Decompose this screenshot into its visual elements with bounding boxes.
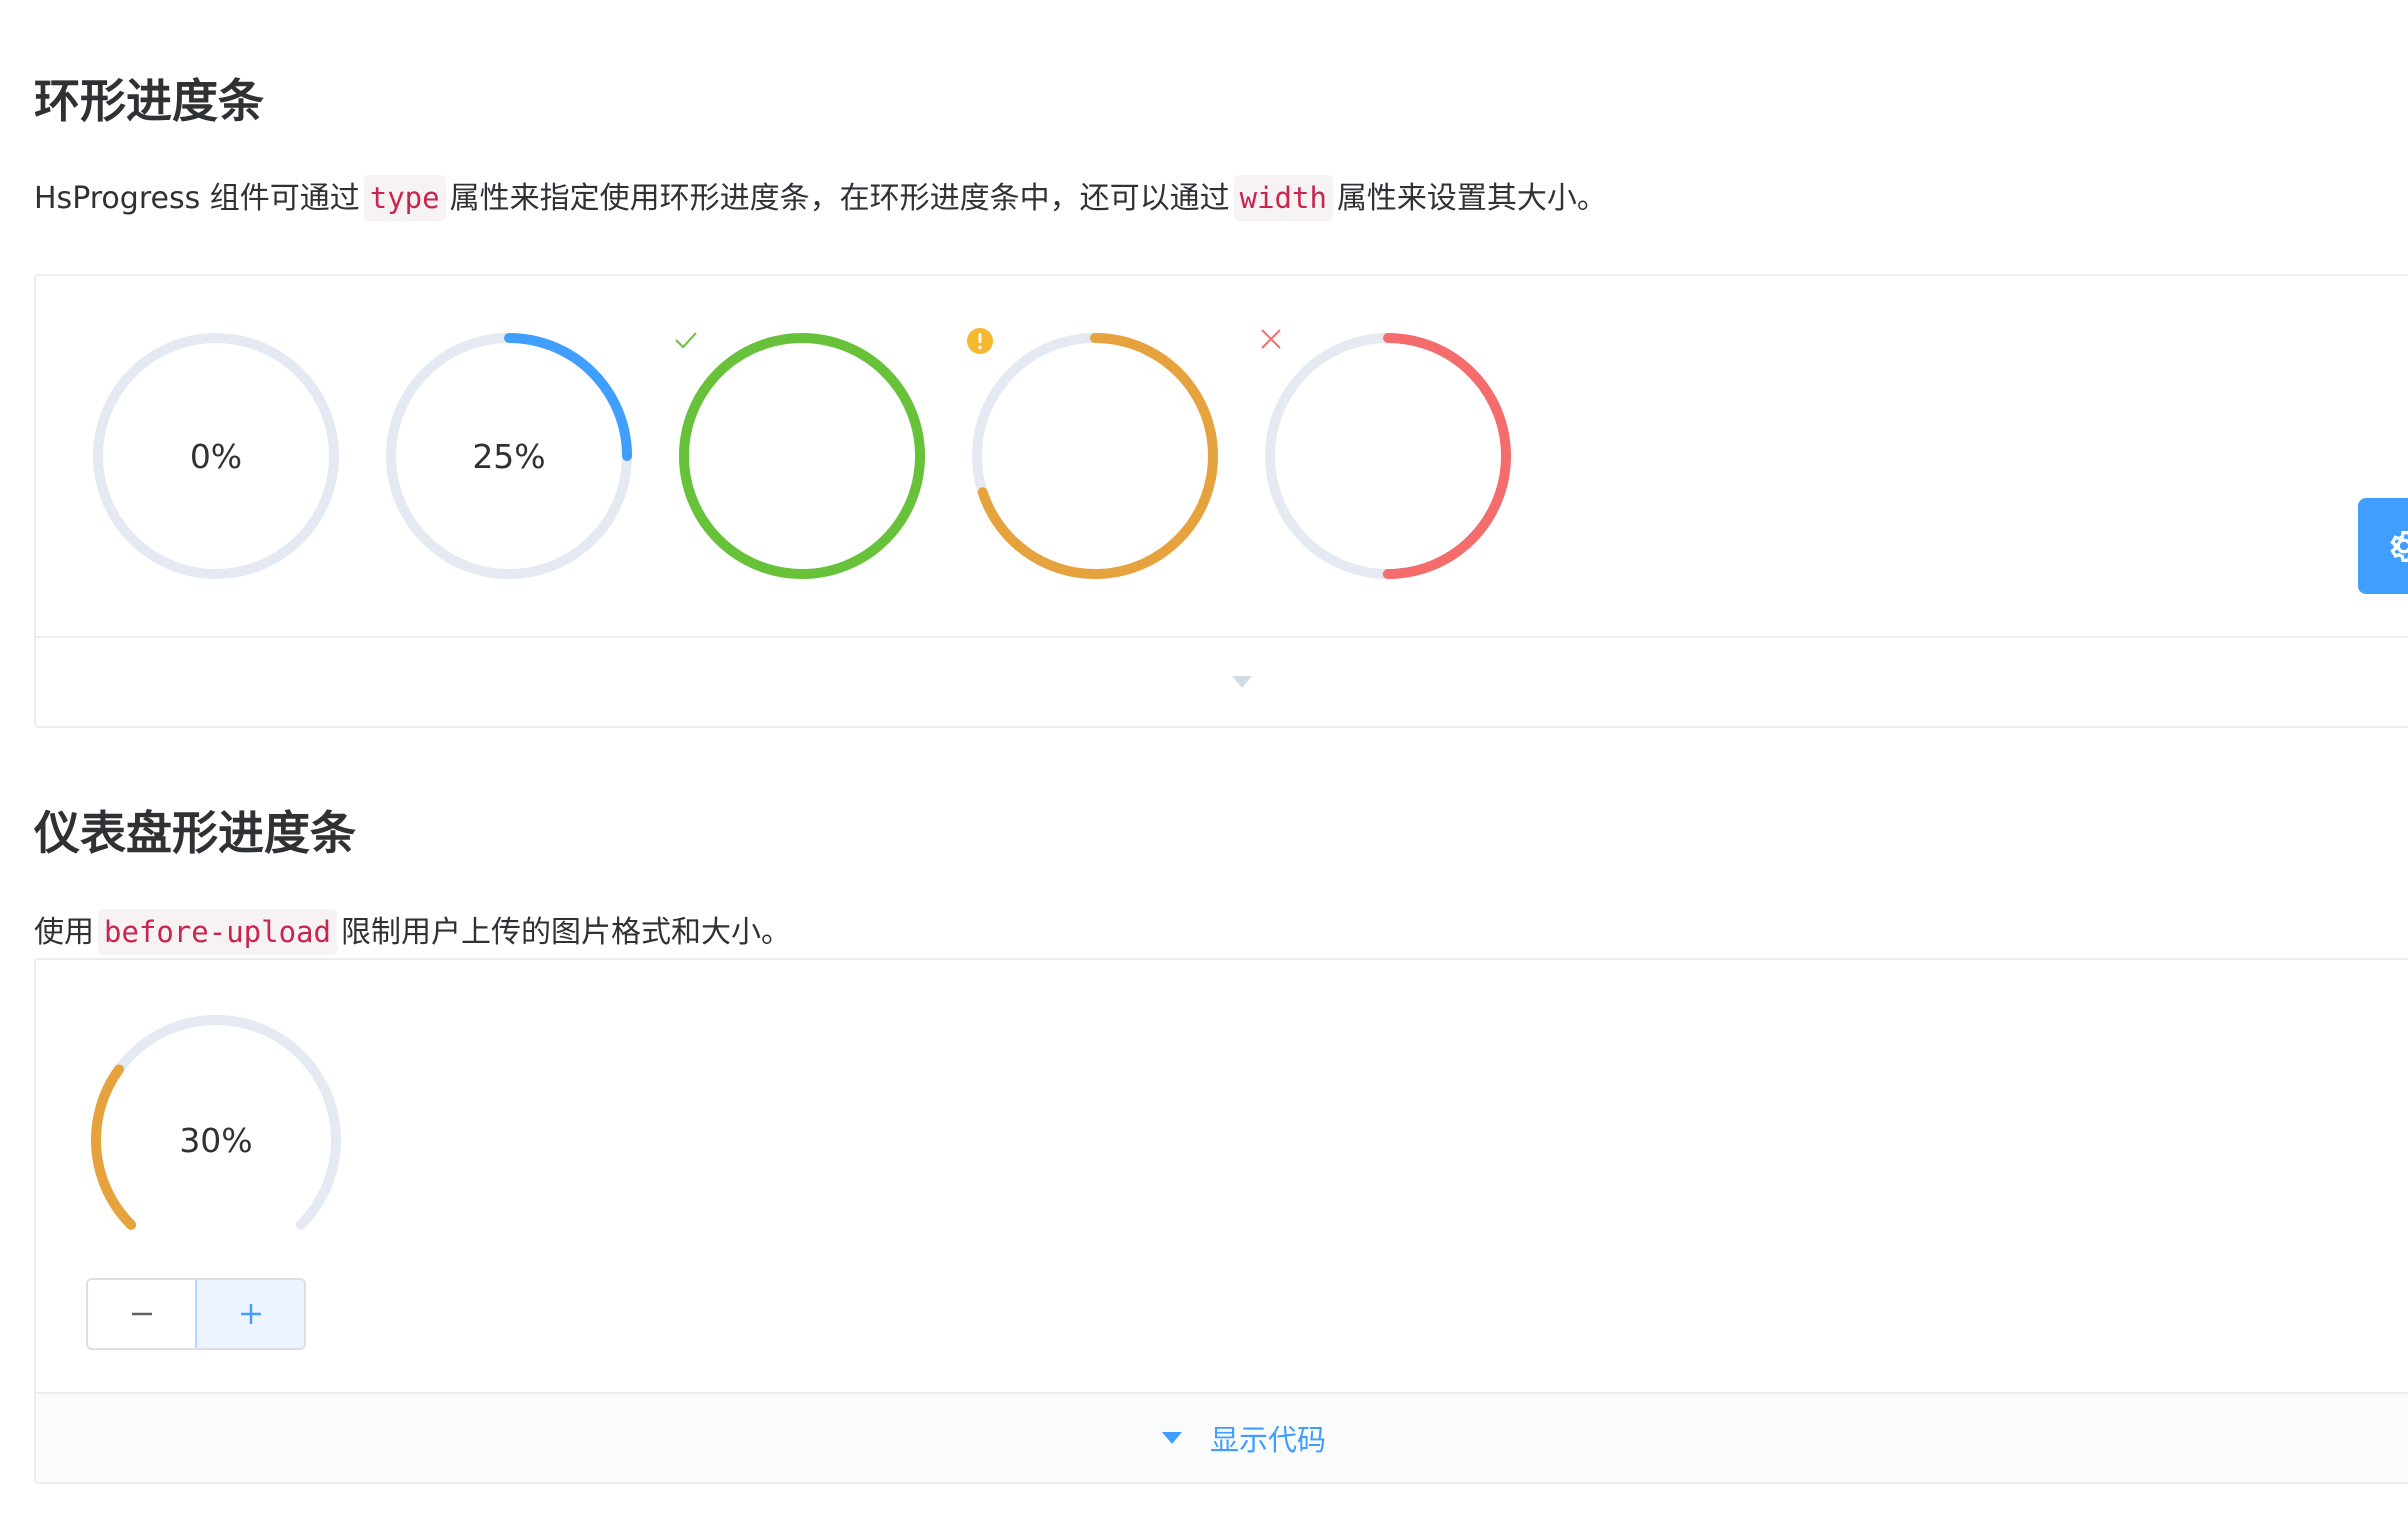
gear-icon bbox=[2390, 531, 2408, 562]
dashboard-progress: 30% bbox=[86, 1010, 346, 1270]
desc-text: 属性来指定使用环形进度条，在环形进度条中，还可以通过 bbox=[449, 181, 1230, 216]
show-code-toggle[interactable]: 显示代码 bbox=[36, 1394, 2408, 1482]
section-title-dashboard-progress: 仪表盘形进度条 bbox=[34, 806, 356, 860]
demo-body-circle: 0% 25% bbox=[36, 276, 2408, 640]
warning-icon bbox=[965, 326, 1225, 586]
circle-progress-label: 0% bbox=[189, 436, 243, 476]
code-type: type bbox=[363, 175, 446, 221]
desc-text: HsProgress 组件可通过 bbox=[34, 181, 360, 216]
code-width: width bbox=[1233, 175, 1333, 221]
plus-icon bbox=[240, 1304, 261, 1324]
section-description-dashboard: 使用 before-upload 限制用户上传的图片格式和大小。 bbox=[34, 909, 791, 955]
dashboard-progress-label: 30% bbox=[179, 1120, 253, 1160]
circle-progress-success-3 bbox=[672, 326, 932, 586]
circle-progress-default-1: 0% bbox=[86, 326, 346, 586]
code-before-upload: before-upload bbox=[98, 909, 337, 955]
stepper-button-group bbox=[86, 1278, 306, 1350]
increase-button[interactable] bbox=[195, 1280, 304, 1348]
decrease-button[interactable] bbox=[88, 1280, 195, 1348]
settings-float-button[interactable] bbox=[2358, 498, 2408, 594]
circle-progress-label: 25% bbox=[472, 436, 546, 476]
close-icon bbox=[1258, 326, 1518, 586]
minus-icon bbox=[131, 1312, 152, 1316]
desc-text: 使用 bbox=[34, 915, 94, 950]
demo-body-dashboard: 30% bbox=[36, 960, 2408, 1396]
expand-arrow-icon[interactable] bbox=[1232, 676, 1252, 688]
demo-footer-circle[interactable] bbox=[36, 636, 2408, 726]
desc-text: 限制用户上传的图片格式和大小。 bbox=[340, 915, 791, 950]
circle-progress-warning-4 bbox=[965, 326, 1225, 586]
check-icon bbox=[672, 326, 932, 586]
demo-footer-dashboard[interactable]: 显示代码 bbox=[36, 1392, 2408, 1482]
demo-block-dashboard: 30% 显示代码 bbox=[34, 958, 2408, 1484]
circle-progress-default-2: 25% bbox=[379, 326, 639, 586]
section-description-circle: HsProgress 组件可通过 type 属性来指定使用环形进度条，在环形进度条中… bbox=[34, 175, 1607, 221]
caret-down-icon bbox=[1161, 1432, 1182, 1444]
desc-text: 属性来设置其大小。 bbox=[1336, 181, 1607, 216]
show-code-label: 显示代码 bbox=[1209, 1423, 1326, 1457]
section-title-circle-progress: 环形进度条 bbox=[34, 74, 264, 128]
circle-progress-exception-5 bbox=[1258, 326, 1518, 586]
demo-block-circle: 0% 25% bbox=[34, 274, 2408, 728]
